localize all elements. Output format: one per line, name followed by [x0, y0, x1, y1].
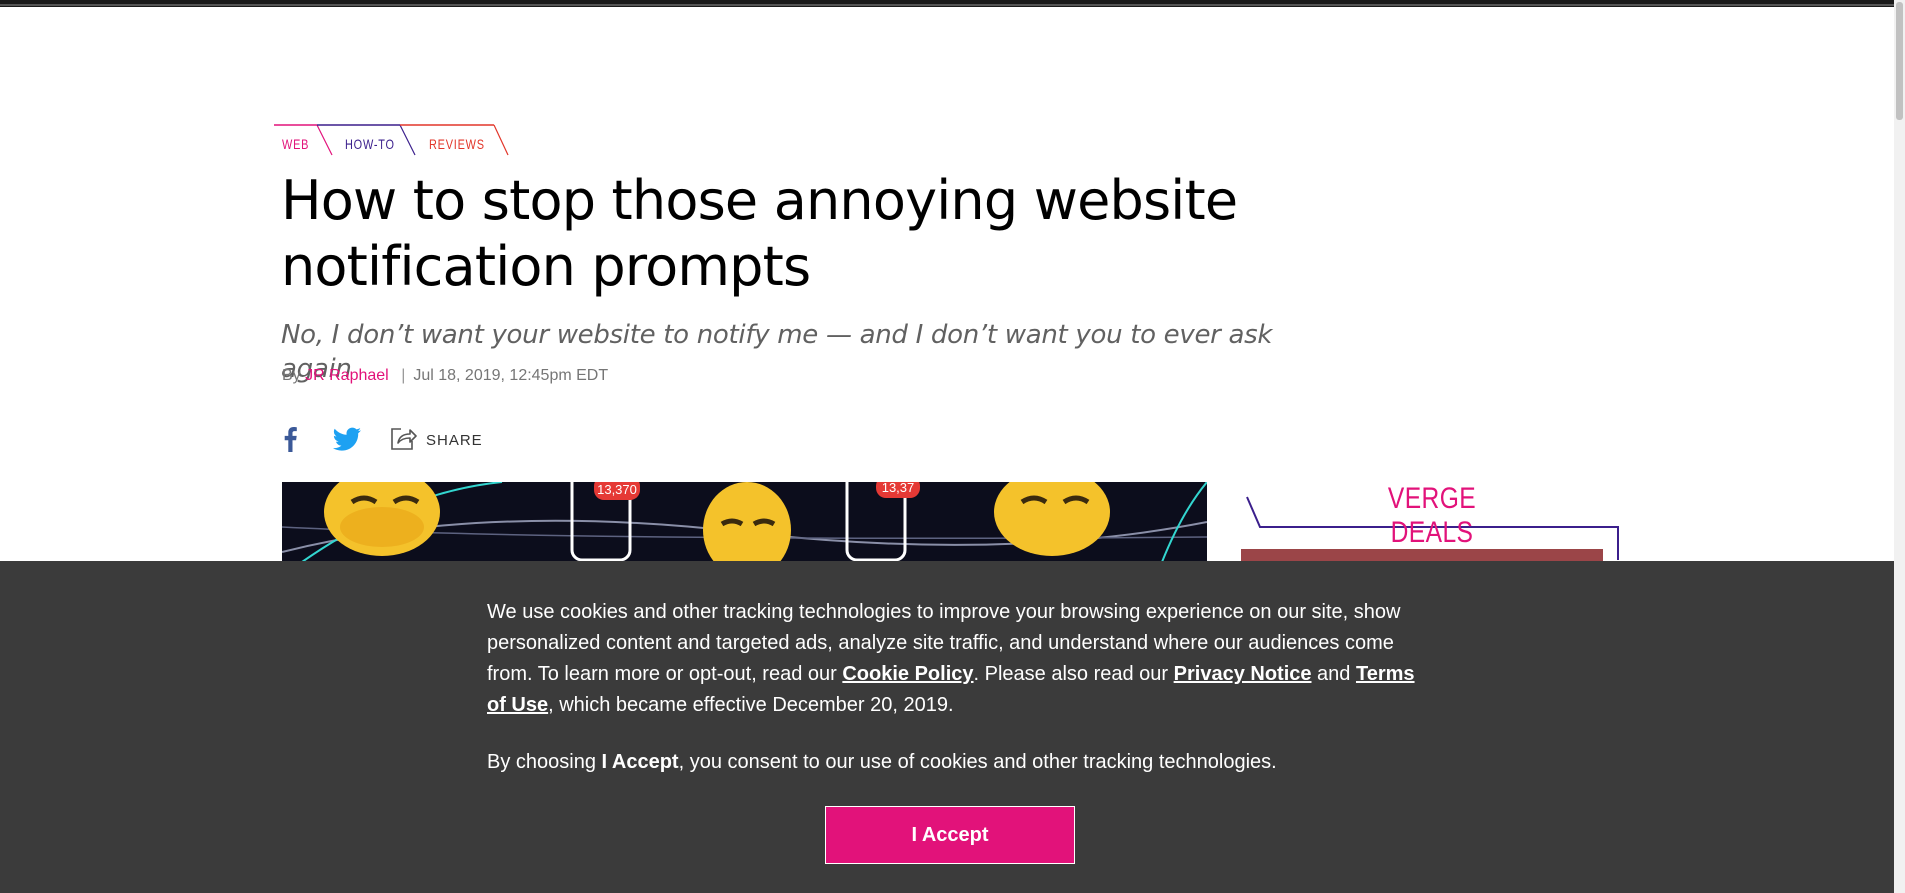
headline-line-1: How to stop those annoying website — [281, 169, 1238, 232]
cookie-text-part-3: and — [1311, 663, 1356, 685]
cookie-text: We use cookies and other tracking techno… — [487, 597, 1417, 721]
byline: By JR Raphael | Jul 18, 2019, 12:45pm EDT — [282, 367, 608, 385]
headline-line-2: notification prompts — [281, 235, 811, 298]
consent-bold: I Accept — [601, 751, 679, 773]
facebook-icon[interactable] — [282, 426, 298, 452]
hero-image: 13,370 13,37 — [282, 482, 1207, 562]
twitter-icon[interactable] — [332, 427, 362, 451]
cookie-policy-link[interactable]: Cookie Policy — [842, 663, 973, 685]
consent-suffix: , you consent to our use of cookies and … — [678, 751, 1277, 773]
accept-button[interactable]: I Accept — [825, 806, 1075, 864]
top-bar — [0, 0, 1905, 7]
cookie-consent-text: By choosing I Accept, you consent to our… — [487, 747, 1417, 778]
share-icon[interactable] — [389, 424, 417, 452]
share-label[interactable]: SHARE — [426, 432, 483, 449]
verge-deals-title[interactable]: VERGE DEALS — [1371, 482, 1494, 550]
scrollbar-thumb[interactable] — [1896, 2, 1903, 120]
consent-prefix: By choosing — [487, 751, 602, 773]
tag-web[interactable]: WEB — [282, 136, 309, 152]
publish-date: Jul 18, 2019, 12:45pm EDT — [413, 367, 609, 384]
hero-illustration: 13,370 13,37 — [282, 482, 1207, 562]
privacy-notice-link[interactable]: Privacy Notice — [1174, 663, 1312, 685]
tag-reviews[interactable]: REVIEWS — [429, 136, 485, 152]
article-headline: How to stop those annoying website notif… — [281, 168, 1301, 300]
tag-how-to[interactable]: HOW-TO — [345, 136, 395, 152]
byline-prefix: By — [282, 367, 301, 384]
author-link[interactable]: JR Raphael — [305, 367, 389, 384]
byline-separator: | — [401, 367, 406, 384]
badge-2: 13,37 — [882, 482, 915, 495]
badge-1: 13,370 — [597, 482, 637, 497]
cookie-text-part-4: , which became effective December 20, 20… — [548, 694, 954, 716]
cookie-text-part-2: . Please also read our — [973, 663, 1174, 685]
scrollbar[interactable] — [1894, 0, 1905, 893]
